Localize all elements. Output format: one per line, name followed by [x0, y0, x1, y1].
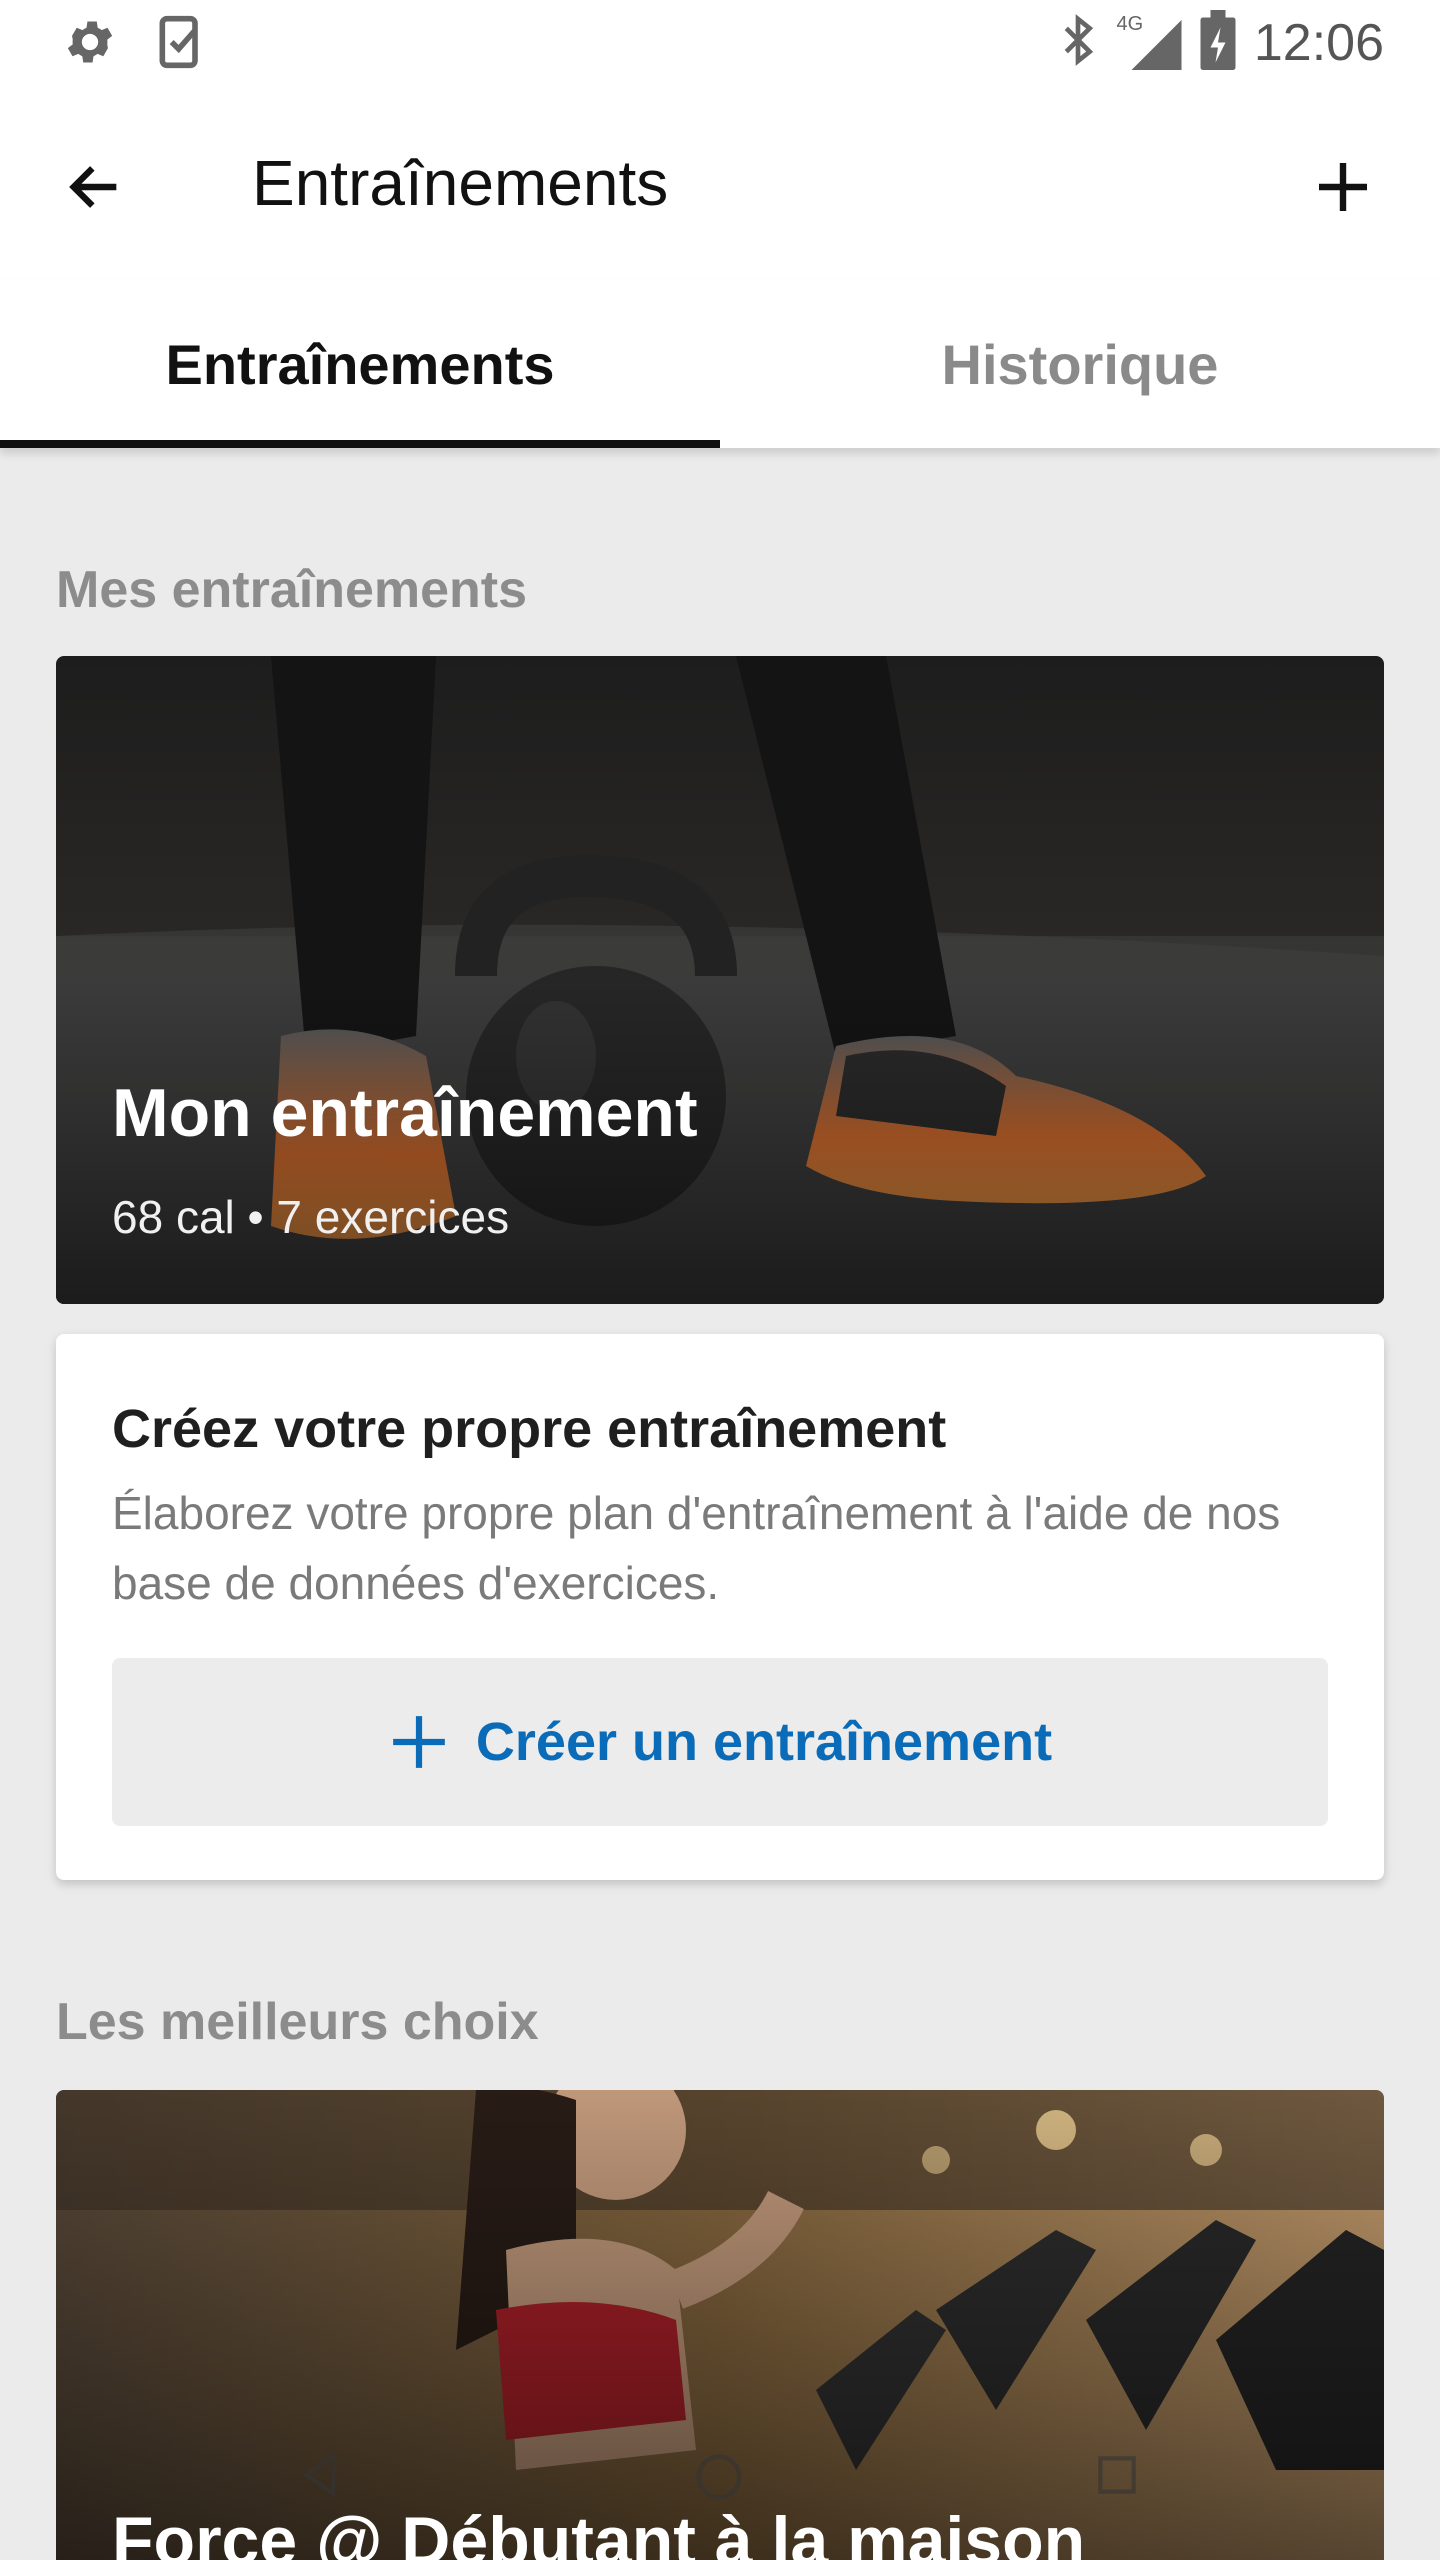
back-triangle-icon[interactable]: [296, 2450, 346, 2500]
tab-label: Entraînements: [165, 332, 555, 396]
plus-icon: [1319, 163, 1367, 211]
workout-card-my-workout[interactable]: Mon entraînement 68 cal • 7 exercices: [56, 656, 1384, 1304]
create-card-title: Créez votre propre entraînement: [112, 1399, 947, 1459]
plus-icon: [393, 1716, 445, 1768]
workout-card-subtitle: 68 cal • 7 exercices: [112, 1191, 510, 1243]
tab-indicator: [0, 440, 720, 448]
recents-square-icon[interactable]: [1092, 2450, 1142, 2500]
gear-icon: [62, 14, 118, 75]
tab-workouts[interactable]: Entraînements: [0, 280, 720, 448]
system-nav-bar: [0, 2430, 1440, 2520]
section-title-my-workouts: Mes entraînements: [56, 561, 528, 619]
create-button-label: Créer un entraînement: [475, 1712, 1053, 1772]
status-left-icons: [62, 14, 206, 75]
signal-4g-icon: 4G: [1116, 10, 1182, 75]
add-workout-button[interactable]: [1298, 142, 1388, 232]
status-right-icons: 4G 12:06: [1058, 10, 1384, 75]
arrow-back-icon: [69, 166, 117, 208]
tab-bar: Entraînements Historique: [0, 280, 1440, 448]
create-workout-card: Créez votre propre entraînement Élaborez…: [56, 1334, 1384, 1880]
page-title: Entraînements: [252, 147, 669, 219]
status-bar: 4G 12:06: [0, 0, 1440, 84]
home-circle-icon[interactable]: [692, 2450, 746, 2504]
task-check-icon: [156, 14, 206, 75]
back-button[interactable]: [50, 142, 140, 232]
app-bar: Entraînements: [0, 84, 1440, 280]
svg-text:4G: 4G: [1116, 13, 1143, 35]
section-title-top-picks: Les meilleurs choix: [56, 1993, 539, 2051]
create-card-description: Élaborez votre propre plan d'entraînemen…: [112, 1487, 1281, 1609]
workout-card-title: Mon entraînement: [112, 1075, 698, 1151]
battery-charging-icon: [1200, 10, 1236, 75]
status-time: 12:06: [1253, 13, 1384, 72]
tab-history[interactable]: Historique: [720, 280, 1440, 448]
bluetooth-icon: [1058, 12, 1098, 73]
create-workout-button[interactable]: Créer un entraînement: [112, 1658, 1328, 1826]
tab-label: Historique: [941, 332, 1219, 396]
